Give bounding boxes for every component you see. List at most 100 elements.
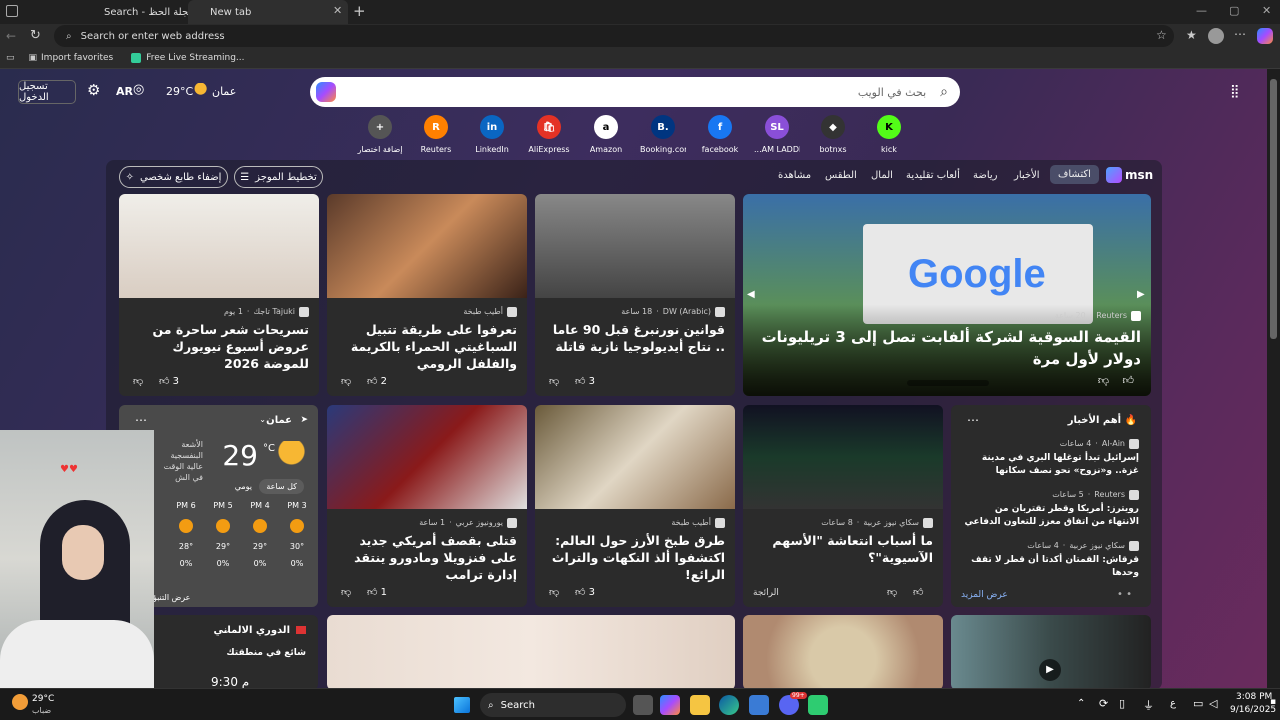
news-card[interactable]: [743, 615, 943, 690]
copilot-icon[interactable]: [316, 82, 336, 102]
shortcut-tile[interactable]: R Reuters: [413, 115, 459, 154]
close-tab-icon[interactable]: ✕: [333, 4, 342, 17]
globe-icon[interactable]: ◎: [133, 82, 144, 97]
shortcut-tile[interactable]: SL ...AM LADDER: [754, 115, 800, 154]
maximize-icon[interactable]: ▢: [1229, 4, 1239, 17]
edge-icon[interactable]: [719, 695, 739, 715]
news-headline[interactable]: تسريحات شعر ساحرة من عروض أسبوع نيويورك …: [129, 321, 309, 372]
dislike-icon[interactable]: 👎︎: [341, 375, 351, 387]
more-options-icon[interactable]: ⋯: [967, 413, 979, 427]
tab-new[interactable]: New tab: [188, 0, 348, 24]
chevron-left-icon[interactable]: ◀: [747, 289, 755, 300]
notification-icon[interactable]: ▪: [1270, 697, 1276, 707]
more-icon[interactable]: ⋯: [1234, 27, 1246, 41]
nav-tab-discover[interactable]: اكتشاف: [1050, 165, 1099, 184]
volume-icon[interactable]: ◁: [1209, 697, 1217, 710]
shortcut-tile[interactable]: 🛍 AliExpress: [526, 115, 572, 154]
taskbar-temp[interactable]: 29°C: [32, 694, 54, 704]
news-headline[interactable]: قوانين نورنبرغ قبل 90 عاما .. نتاج أيديو…: [545, 321, 725, 355]
refresh-icon[interactable]: ↻: [30, 28, 41, 43]
shortcut-tile[interactable]: f facebook: [697, 115, 743, 154]
window-menu-icon[interactable]: [6, 5, 18, 17]
video-card[interactable]: ▶: [951, 615, 1151, 690]
address-bar[interactable]: ⌕ Search or enter web address: [54, 25, 1174, 47]
tab-search[interactable]: Search - عجلة الحظ: [26, 0, 194, 24]
clock-time[interactable]: 3:08 PM: [1236, 692, 1272, 702]
chevron-right-icon[interactable]: ▶: [1137, 289, 1145, 300]
like-icon[interactable]: 👍︎ 2: [367, 375, 387, 387]
taskbar-search[interactable]: ⌕ Search: [480, 693, 626, 717]
like-icon[interactable]: 👍︎ 3: [575, 586, 595, 598]
mic-icon[interactable]: ⏚: [1143, 697, 1154, 713]
chevron-up-icon[interactable]: ⌃: [1077, 698, 1085, 709]
forecast-link[interactable]: عرض التنبؤ: [153, 593, 190, 602]
personalize-button[interactable]: ✧ إضفاء طابع شخصي: [119, 166, 228, 188]
header-temp[interactable]: 29°C: [166, 85, 193, 98]
top-news-headline[interactable]: إسرائيل تبدأ توغلها البري في مدينة غزة..…: [963, 452, 1139, 478]
hero-card[interactable]: Google Reuters · 20 ساعة القيمة السوقية ل…: [743, 194, 1151, 396]
like-icon[interactable]: 👍︎ 3: [159, 375, 179, 387]
new-tab-button[interactable]: +: [353, 2, 366, 20]
nav-tab-money[interactable]: المال: [871, 170, 893, 181]
top-news-headline[interactable]: رويترز: أمريكا وقطر تقتربان من الانتهاء …: [963, 503, 1139, 529]
web-search-box[interactable]: بحث في الويب ⌕: [310, 77, 960, 107]
carousel-dots[interactable]: [907, 380, 989, 386]
back-icon[interactable]: ←: [6, 29, 16, 43]
hero-headline[interactable]: القيمة السوقية لشركة ألفابت تصل إلى 3 تر…: [761, 326, 1141, 370]
like-icon[interactable]: 👍︎: [1123, 374, 1135, 387]
dislike-icon[interactable]: 👎︎: [341, 586, 351, 598]
weather-city[interactable]: عمان: [266, 415, 292, 426]
news-headline[interactable]: طرق طبخ الأرز حول العالم: اكتشفوا ألذ ال…: [545, 532, 725, 583]
dislike-icon[interactable]: 👎︎: [1098, 374, 1109, 387]
file-explorer-icon[interactable]: [690, 695, 710, 715]
streaming-link[interactable]: Free Live Streaming...: [146, 53, 244, 63]
news-headline[interactable]: قتلى بقصف أمريكي جديد على فنزويلا ومادور…: [337, 532, 517, 583]
nav-tab-games[interactable]: ألعاب تقليدية: [906, 170, 960, 181]
top-news-item[interactable]: Al-Ain · 4 ساعات إسرائيل تبدأ توغلها البر…: [963, 439, 1139, 478]
network-icon[interactable]: ⟳: [1099, 697, 1108, 710]
news-card[interactable]: [327, 615, 735, 690]
top-news-item[interactable]: سكاي نيوز عربية · 4 ساعات قرقاش: القمتان …: [963, 541, 1139, 580]
scrollbar[interactable]: [1267, 69, 1280, 688]
battery-icon[interactable]: ▯: [1119, 697, 1125, 710]
input-language[interactable]: ع: [1170, 698, 1176, 709]
news-card[interactable]: يورونيوز عربي · 1 ساعة قتلى بقصف أمريكي ج…: [327, 405, 527, 607]
login-button[interactable]: تسجيل الدخول: [18, 80, 76, 104]
like-icon[interactable]: 👍︎ 3: [575, 375, 595, 387]
profile-avatar[interactable]: [1208, 28, 1224, 44]
like-icon[interactable]: 👍︎ 1: [367, 586, 387, 598]
nav-tab-news[interactable]: الأخبار: [1014, 170, 1040, 181]
shortcut-tile[interactable]: ◆ botnxs: [810, 115, 856, 154]
shortcut-tile[interactable]: a Amazon: [583, 115, 629, 154]
import-favorites-link[interactable]: Import favorites: [41, 53, 113, 63]
feed-layout-button[interactable]: ☰ تخطيط الموجز: [234, 166, 323, 188]
news-headline[interactable]: تعرفوا على طريقة تتبيل السباغيتي الحمراء…: [337, 321, 517, 372]
news-card[interactable]: أطيب طبخة تعرفوا على طريقة تتبيل السباغي…: [327, 194, 527, 396]
app-icon[interactable]: [808, 695, 828, 715]
minimize-icon[interactable]: —: [1196, 4, 1207, 17]
dislike-icon[interactable]: 👎︎: [549, 375, 559, 387]
close-window-icon[interactable]: ✕: [1262, 4, 1271, 17]
tab-hourly[interactable]: كل ساعة: [259, 479, 304, 494]
msn-logo[interactable]: msn: [1106, 167, 1153, 183]
start-icon[interactable]: [454, 697, 470, 713]
news-card[interactable]: DW (Arabic) · 18 ساعة قوانين نورنبرغ قبل …: [535, 194, 735, 396]
shortcut-tile[interactable]: K kick: [866, 115, 912, 154]
store-icon[interactable]: [749, 695, 769, 715]
shortcut-tile[interactable]: in LinkedIn: [469, 115, 515, 154]
settings-gear-icon[interactable]: ⚙: [87, 81, 100, 99]
tab-daily[interactable]: يومي: [235, 482, 252, 491]
copilot-icon[interactable]: [1257, 28, 1273, 44]
more-options-icon[interactable]: ⋯: [135, 413, 147, 427]
address-input[interactable]: Search or enter web address: [81, 31, 225, 42]
apps-grid-icon[interactable]: ⣿: [1230, 84, 1239, 99]
pager-dots[interactable]: • •: [1117, 589, 1132, 600]
favorites-icon[interactable]: ★: [1186, 28, 1197, 42]
top-news-item[interactable]: Reuters · 5 ساعات رويترز: أمريكا وقطر تقت…: [963, 490, 1139, 529]
shortcut-tile[interactable]: + إضافة اختصار: [357, 115, 403, 154]
news-card[interactable]: سكاي نيوز عربية · 8 ساعات ما أسباب انتعاش…: [743, 405, 943, 607]
nav-tab-watch[interactable]: مشاهدة: [778, 170, 811, 181]
language-label[interactable]: AR: [116, 85, 133, 98]
wifi-icon[interactable]: ▭: [1193, 697, 1203, 710]
dislike-icon[interactable]: 👎︎: [887, 586, 897, 598]
